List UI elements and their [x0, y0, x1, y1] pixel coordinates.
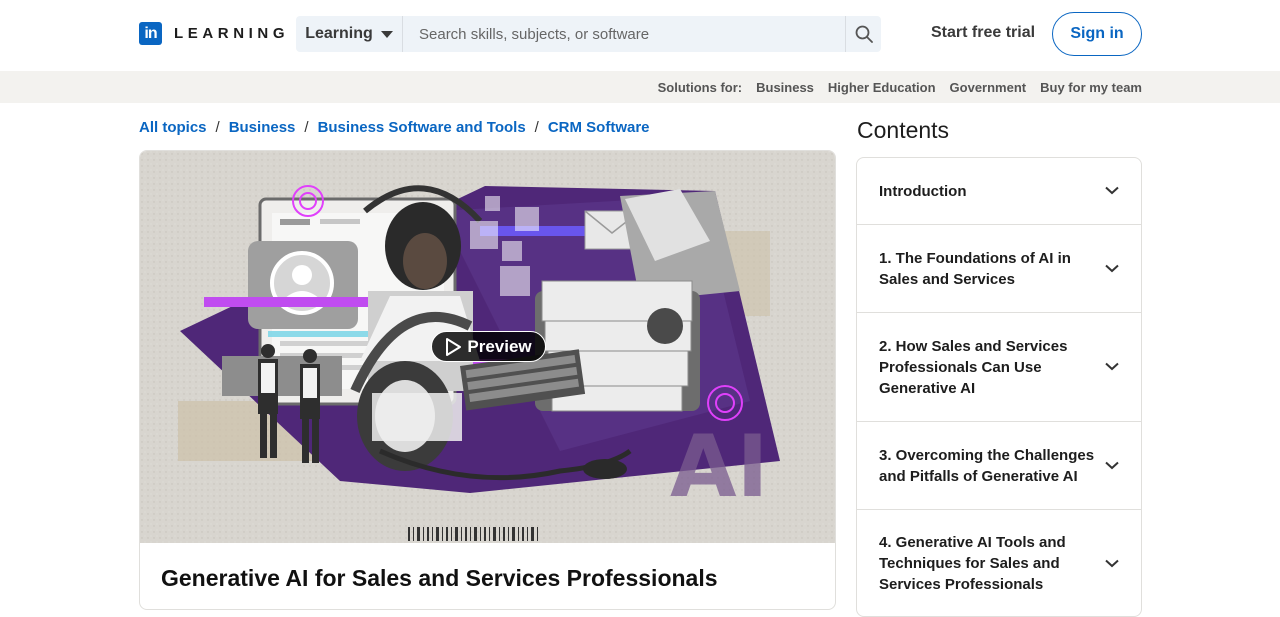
solutions-label: Solutions for:	[657, 79, 743, 95]
toc-item-chapter-3[interactable]: 3. Overcoming the Challenges and Pitfall…	[857, 422, 1141, 510]
chevron-down-icon	[1105, 362, 1119, 371]
breadcrumb-business[interactable]: Business	[229, 119, 296, 136]
chevron-down-icon	[1105, 461, 1119, 469]
chevron-down-icon	[1105, 559, 1119, 568]
play-icon	[446, 337, 462, 356]
contents-heading: Contents	[857, 117, 950, 143]
search-icon	[855, 25, 873, 43]
caret-down-icon	[380, 30, 393, 38]
breadcrumb-business-software[interactable]: Business Software and Tools	[318, 119, 526, 136]
search-type-dropdown[interactable]: Learning	[296, 16, 403, 52]
toc-item-introduction[interactable]: Introduction	[857, 158, 1141, 225]
toc-item-label: 1. The Foundations of AI in Sales and Se…	[879, 249, 1071, 288]
solutions-link-business[interactable]: Business	[756, 80, 814, 95]
breadcrumb-all-topics[interactable]: All topics	[139, 119, 207, 136]
search-button[interactable]	[845, 16, 881, 52]
breadcrumb-separator: /	[304, 119, 309, 136]
toc-item-chapter-4[interactable]: 4. Generative AI Tools and Techniques fo…	[857, 510, 1141, 616]
toc-item-label: Introduction	[879, 182, 967, 200]
contents-list: Introduction 1. The Foundations of AI in…	[856, 157, 1142, 617]
solutions-link-buy-for-team[interactable]: Buy for my team	[1040, 80, 1142, 95]
search-bar: Learning	[296, 16, 881, 52]
start-free-trial-link[interactable]: Start free trial	[931, 24, 1035, 42]
preview-button[interactable]: Preview	[431, 331, 546, 362]
toc-item-chapter-2[interactable]: 2. How Sales and Services Professionals …	[857, 313, 1141, 422]
breadcrumb-crm-software[interactable]: CRM Software	[548, 119, 650, 136]
course-card: AI Preview Generative AI for Sales and S…	[139, 150, 836, 610]
toc-item-label: 4. Generative AI Tools and Techniques fo…	[879, 534, 1066, 593]
sign-in-button[interactable]: Sign in	[1052, 12, 1142, 56]
toc-item-label: 2. How Sales and Services Professionals …	[879, 337, 1068, 397]
site-header: in LEARNING Learning Start free trial Si…	[0, 0, 1280, 71]
chevron-down-icon	[1105, 264, 1119, 272]
chevron-down-icon	[1105, 186, 1119, 195]
toc-item-chapter-1[interactable]: 1. The Foundations of AI in Sales and Se…	[857, 225, 1141, 313]
breadcrumb: All topics / Business / Business Softwar…	[139, 119, 650, 136]
search-type-label: Learning	[305, 25, 373, 42]
solutions-link-higher-education[interactable]: Higher Education	[828, 80, 936, 95]
logo-wordmark: LEARNING	[174, 25, 290, 42]
solutions-link-government[interactable]: Government	[950, 80, 1027, 95]
search-input[interactable]	[403, 16, 845, 52]
breadcrumb-separator: /	[215, 119, 220, 136]
solutions-bar: Solutions for: Business Higher Education…	[0, 71, 1280, 103]
preview-label: Preview	[467, 336, 532, 356]
toc-item-label: 3. Overcoming the Challenges and Pitfall…	[879, 446, 1095, 485]
hero-ai-lettering: AI	[670, 417, 769, 517]
breadcrumb-separator: /	[534, 119, 539, 136]
linkedin-learning-logo[interactable]: in LEARNING	[139, 22, 289, 45]
course-title: Generative AI for Sales and Services Pro…	[161, 565, 718, 591]
linkedin-logo-icon: in	[139, 22, 162, 45]
